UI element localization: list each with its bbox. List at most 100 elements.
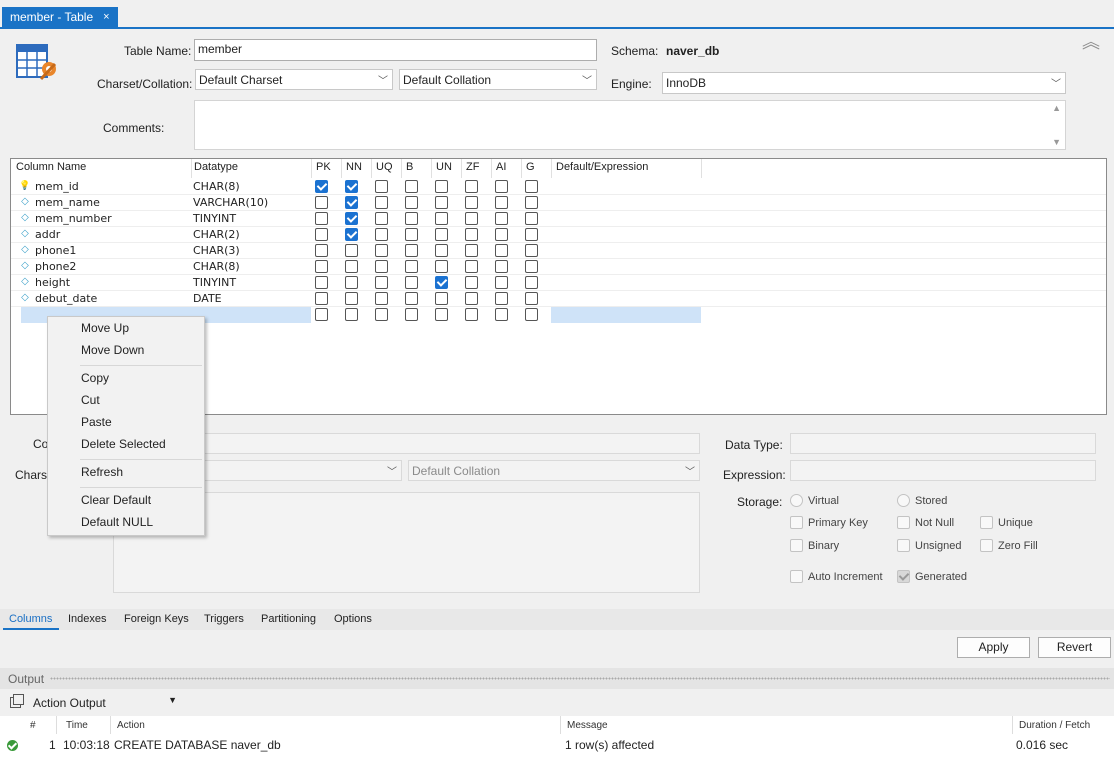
col-header-datatype[interactable]: Datatype xyxy=(194,161,238,173)
g-checkbox[interactable] xyxy=(525,228,538,241)
tab-partitioning[interactable]: Partitioning xyxy=(261,613,316,625)
nn-checkbox[interactable] xyxy=(345,276,358,289)
output-type-select[interactable]: Action Output ▼ xyxy=(30,694,180,713)
tab-member-table[interactable]: member - Table × xyxy=(2,7,118,27)
close-icon[interactable]: × xyxy=(103,7,109,27)
generated-checkbox[interactable] xyxy=(897,570,910,583)
column-name-cell[interactable]: mem_name xyxy=(35,196,100,209)
table-row[interactable]: ◇ debut_date DATE xyxy=(11,291,1106,307)
uq-checkbox[interactable] xyxy=(375,228,388,241)
table-row[interactable]: ◇ phone2 CHAR(8) xyxy=(11,259,1106,275)
un-checkbox[interactable] xyxy=(435,196,448,209)
nn-checkbox[interactable] xyxy=(345,196,358,209)
g-checkbox[interactable] xyxy=(525,308,538,321)
column-name-cell[interactable]: height xyxy=(35,276,70,289)
col-header-ai[interactable]: AI xyxy=(496,161,506,173)
ai-checkbox[interactable] xyxy=(495,308,508,321)
scroll-down-icon[interactable]: ▼ xyxy=(1052,137,1061,147)
pk-checkbox[interactable] xyxy=(315,212,328,225)
nn-checkbox[interactable] xyxy=(345,308,358,321)
un-checkbox[interactable] xyxy=(435,244,448,257)
datatype-cell[interactable]: VARCHAR(10) xyxy=(193,196,268,209)
engine-select[interactable]: InnoDB ﹀ xyxy=(662,72,1066,94)
not-null-checkbox[interactable] xyxy=(897,516,910,529)
menu-item-clear-default[interactable]: Clear Default xyxy=(81,493,151,507)
table-row[interactable]: ◇ mem_number TINYINT xyxy=(11,211,1106,227)
nn-checkbox[interactable] xyxy=(345,260,358,273)
col-header-column-name[interactable]: Column Name xyxy=(16,161,86,173)
datatype-cell[interactable]: CHAR(8) xyxy=(193,180,240,193)
ai-checkbox[interactable] xyxy=(495,180,508,193)
column-name-cell[interactable]: mem_id xyxy=(35,180,79,193)
zf-checkbox[interactable] xyxy=(465,276,478,289)
zf-checkbox[interactable] xyxy=(465,212,478,225)
ai-checkbox[interactable] xyxy=(495,228,508,241)
unique-checkbox[interactable] xyxy=(980,516,993,529)
tab-options[interactable]: Options xyxy=(334,613,372,625)
menu-item-default-null[interactable]: Default NULL xyxy=(81,515,153,529)
stored-radio[interactable] xyxy=(897,494,910,507)
datatype-cell[interactable]: CHAR(3) xyxy=(193,244,240,257)
pk-checkbox[interactable] xyxy=(315,180,328,193)
col-header-un[interactable]: UN xyxy=(436,161,452,173)
col-header-nn[interactable]: NN xyxy=(346,161,362,173)
copy-icon[interactable] xyxy=(10,694,24,708)
column-name-input[interactable] xyxy=(200,433,700,454)
datatype-cell[interactable]: TINYINT xyxy=(193,212,236,225)
ai-checkbox[interactable] xyxy=(495,276,508,289)
un-checkbox[interactable] xyxy=(435,292,448,305)
column-name-cell[interactable]: phone1 xyxy=(35,244,76,257)
b-checkbox[interactable] xyxy=(405,276,418,289)
uq-checkbox[interactable] xyxy=(375,260,388,273)
un-checkbox[interactable] xyxy=(435,260,448,273)
table-row[interactable]: ◇ height TINYINT xyxy=(11,275,1106,291)
zf-checkbox[interactable] xyxy=(465,180,478,193)
pk-checkbox[interactable] xyxy=(315,308,328,321)
uq-checkbox[interactable] xyxy=(375,244,388,257)
table-name-input[interactable]: member xyxy=(194,39,597,61)
drag-handle[interactable] xyxy=(50,677,1110,680)
column-collation-select[interactable]: Default Collation ﹀ xyxy=(408,460,700,481)
menu-item-delete-selected[interactable]: Delete Selected xyxy=(81,437,166,451)
un-checkbox[interactable] xyxy=(435,276,448,289)
comments-textarea[interactable]: ▲ ▼ xyxy=(194,100,1066,150)
pk-checkbox[interactable] xyxy=(315,244,328,257)
pk-checkbox[interactable] xyxy=(315,276,328,289)
pk-checkbox[interactable] xyxy=(315,292,328,305)
uq-checkbox[interactable] xyxy=(375,212,388,225)
collation-select[interactable]: Default Collation ﹀ xyxy=(399,69,597,90)
table-row[interactable]: ◇ addr CHAR(2) xyxy=(11,227,1106,243)
output-row-action[interactable]: CREATE DATABASE naver_db xyxy=(114,738,281,752)
b-checkbox[interactable] xyxy=(405,228,418,241)
nn-checkbox[interactable] xyxy=(345,228,358,241)
datatype-cell[interactable]: CHAR(8) xyxy=(193,260,240,273)
menu-item-cut[interactable]: Cut xyxy=(81,393,100,407)
ai-checkbox[interactable] xyxy=(495,212,508,225)
table-row[interactable]: ◇ phone1 CHAR(3) xyxy=(11,243,1106,259)
pk-checkbox[interactable] xyxy=(315,228,328,241)
data-type-input[interactable] xyxy=(790,433,1096,454)
expression-input[interactable] xyxy=(790,460,1096,481)
b-checkbox[interactable] xyxy=(405,244,418,257)
un-checkbox[interactable] xyxy=(435,228,448,241)
tab-foreign-keys[interactable]: Foreign Keys xyxy=(124,613,189,625)
primary-key-checkbox[interactable] xyxy=(790,516,803,529)
col-header-g[interactable]: G xyxy=(526,161,535,173)
col-header-pk[interactable]: PK xyxy=(316,161,331,173)
col-header-b[interactable]: B xyxy=(406,161,413,173)
col-header-uq[interactable]: UQ xyxy=(376,161,393,173)
un-checkbox[interactable] xyxy=(435,308,448,321)
ai-checkbox[interactable] xyxy=(495,244,508,257)
b-checkbox[interactable] xyxy=(405,180,418,193)
tab-triggers[interactable]: Triggers xyxy=(204,613,244,625)
b-checkbox[interactable] xyxy=(405,292,418,305)
charset-select[interactable]: Default Charset ﹀ xyxy=(195,69,393,90)
menu-item-move-up[interactable]: Move Up xyxy=(81,321,129,335)
menu-item-copy[interactable]: Copy xyxy=(81,371,109,385)
menu-item-paste[interactable]: Paste xyxy=(81,415,112,429)
zero-fill-checkbox[interactable] xyxy=(980,539,993,552)
ai-checkbox[interactable] xyxy=(495,292,508,305)
g-checkbox[interactable] xyxy=(525,276,538,289)
datatype-cell[interactable]: TINYINT xyxy=(193,276,236,289)
zf-checkbox[interactable] xyxy=(465,228,478,241)
